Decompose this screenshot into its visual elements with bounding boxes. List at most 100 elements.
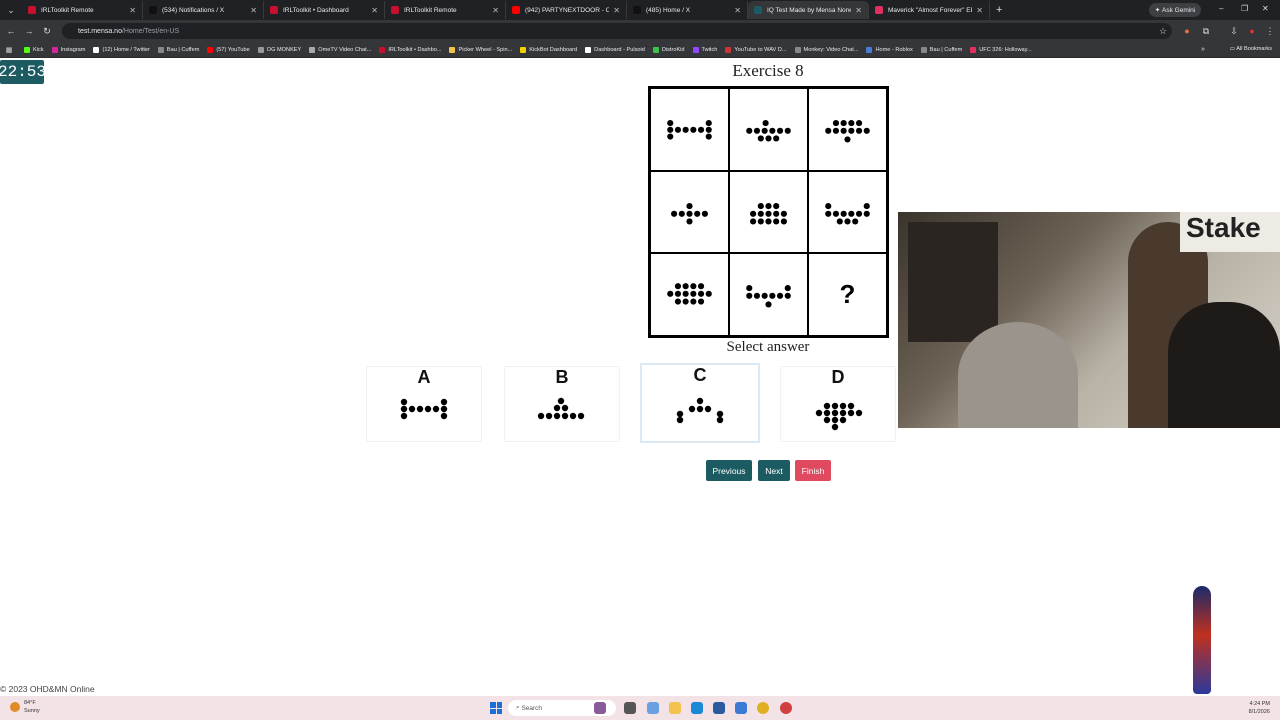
bookmark-label: OG MONKEY	[266, 46, 302, 53]
back-icon[interactable]: ←	[2, 26, 20, 36]
new-tab-icon[interactable]: +	[996, 4, 1002, 16]
extension-icon[interactable]: ●	[1178, 26, 1196, 36]
tab-title: IQ Test Made by Mensa Norwa	[767, 6, 852, 14]
bookmark-item[interactable]: (57) YouTube	[207, 46, 250, 53]
bookmark-item[interactable]: YouTube to WAV D...	[725, 46, 787, 53]
bookmark-item[interactable]: (12) Home / Twitter	[93, 46, 150, 53]
profile-icon[interactable]: ●	[1243, 26, 1261, 36]
answer-option-a[interactable]: A	[366, 366, 482, 442]
extensions-puzzle-icon[interactable]: ⧉	[1197, 26, 1215, 37]
bookmark-item[interactable]: Home - Roblox	[866, 46, 913, 53]
weather-desc: Sunny	[24, 708, 40, 714]
system-clock[interactable]: 4:24 PM 8/1/2026	[1249, 700, 1270, 716]
bookmark-favicon-icon	[692, 46, 699, 53]
close-tab-icon[interactable]: ✕	[371, 6, 378, 15]
close-tab-icon[interactable]: ✕	[734, 6, 741, 15]
answer-option-b[interactable]: B	[504, 366, 620, 442]
bookmark-favicon-icon	[920, 46, 927, 53]
matrix-cell-4	[650, 170, 729, 254]
browser-tab[interactable]: IRLToolkit Remote ✕	[385, 1, 506, 19]
minimize-icon[interactable]: –	[1219, 4, 1223, 13]
bookmark-star-icon[interactable]: ☆	[1154, 26, 1172, 37]
close-tab-icon[interactable]: ✕	[855, 6, 862, 15]
task-view-icon[interactable]	[624, 702, 636, 714]
edge-icon[interactable]	[691, 702, 703, 714]
bookmark-item[interactable]: Bau | Cuffem	[157, 46, 199, 53]
bookmark-label: Kick	[33, 46, 44, 53]
tab-title: (942) PARTYNEXTDOOR - Only	[525, 6, 610, 14]
bookmark-favicon-icon	[449, 46, 456, 53]
bookmark-item[interactable]: Instagram	[51, 46, 85, 53]
bookmark-item[interactable]: Twitch	[692, 46, 718, 53]
start-icon[interactable]	[490, 702, 502, 714]
close-tab-icon[interactable]: ✕	[129, 6, 136, 15]
close-tab-icon[interactable]: ✕	[250, 6, 257, 15]
answer-option-d[interactable]: D	[780, 366, 896, 442]
browser-tab[interactable]: IRLToolkit Remote ✕	[22, 1, 143, 19]
browser-tab[interactable]: IQ Test Made by Mensa Norwa ✕	[748, 1, 869, 19]
forward-icon[interactable]: →	[20, 26, 38, 36]
bookmark-item[interactable]: KickBot Dashboard	[520, 46, 577, 53]
bookmark-favicon-icon	[866, 46, 873, 53]
option-letter: D	[831, 367, 845, 387]
matrix-cell-7	[650, 253, 729, 336]
store-icon[interactable]	[713, 702, 725, 714]
taskbar-app-icon[interactable]	[594, 702, 606, 714]
reload-icon[interactable]: ↻	[38, 26, 56, 37]
answer-option-c[interactable]: C	[640, 363, 760, 443]
bookmark-item[interactable]: UFC 326: Holloway...	[970, 46, 1032, 53]
dot-pattern	[815, 402, 863, 431]
bookmark-label: OmeTV Video Chat...	[318, 46, 372, 53]
matrix-cell-6	[808, 170, 887, 254]
mail-icon[interactable]	[735, 702, 747, 714]
ask-gemini-button[interactable]: ✦ Ask Gemini	[1149, 3, 1201, 17]
bookmark-label: Monkey: Video Chat...	[803, 46, 859, 53]
bookmark-item[interactable]: Bau | Cuffem	[920, 46, 962, 53]
webcam-person	[958, 322, 1078, 428]
bookmark-favicon-icon	[725, 46, 732, 53]
menu-icon[interactable]: ⋮	[1261, 26, 1279, 37]
close-tab-icon[interactable]: ✕	[492, 6, 499, 15]
all-bookmarks-button[interactable]: ▭ All Bookmarks	[1230, 46, 1272, 52]
browser-tab[interactable]: (534) Notifications / X ✕	[143, 1, 264, 19]
webcam-shelf	[908, 222, 998, 342]
close-tab-icon[interactable]: ✕	[976, 6, 983, 15]
bookmark-label: DistroKid	[661, 46, 685, 53]
browser-tab[interactable]: (942) PARTYNEXTDOOR - Only✕	[506, 1, 627, 19]
browser-tab[interactable]: (485) Home / X ✕	[627, 1, 748, 19]
bookmark-item[interactable]: Dashboard - Pulsoid	[585, 46, 645, 53]
app-icon[interactable]	[780, 702, 792, 714]
apps-grid-icon[interactable]: ▦	[0, 46, 18, 54]
bookmark-label: Twitch	[701, 46, 718, 53]
bookmark-favicon-icon	[794, 46, 801, 53]
more-bookmarks-icon[interactable]: »	[1194, 46, 1212, 53]
bookmark-favicon-icon	[257, 46, 264, 53]
url-field[interactable]: test.mensa.no/Home/Test/en-US	[62, 23, 1172, 39]
bookmark-item[interactable]: OmeTV Video Chat...	[309, 46, 372, 53]
tab-title: (485) Home / X	[646, 6, 691, 14]
tab-favicon-icon	[391, 6, 399, 14]
restore-icon[interactable]: ❐	[1241, 4, 1248, 13]
chrome-icon[interactable]	[757, 702, 769, 714]
browser-tab[interactable]: Maverick "Almost Forever" EP ✕	[869, 1, 990, 19]
close-tab-icon[interactable]: ✕	[613, 6, 620, 15]
finish-button[interactable]: Finish	[795, 460, 831, 481]
downloads-icon[interactable]: ⇩	[1225, 26, 1243, 37]
bookmark-item[interactable]: Picker Wheel - Spin...	[449, 46, 512, 53]
close-window-icon[interactable]: ✕	[1262, 4, 1269, 13]
bookmark-item[interactable]: IRLToolkit • Dashbo...	[379, 46, 441, 53]
bookmark-item[interactable]: OG MONKEY	[257, 46, 302, 53]
bookmark-item[interactable]: DistroKid	[652, 46, 685, 53]
browser-tab[interactable]: IRLToolkit • Dashboard ✕	[264, 1, 385, 19]
bookmark-item[interactable]: Monkey: Video Chat...	[794, 46, 859, 53]
dot-pattern	[537, 397, 585, 420]
select-answer-label: Select answer	[726, 339, 810, 355]
copilot-icon[interactable]	[647, 702, 659, 714]
next-button[interactable]: Next	[758, 460, 790, 481]
previous-button[interactable]: Previous	[706, 460, 752, 481]
weather-widget[interactable]: 84°F Sunny	[10, 699, 40, 715]
file-explorer-icon[interactable]	[669, 702, 681, 714]
tab-search-icon[interactable]: ⌄	[0, 0, 22, 20]
bookmark-item[interactable]: Kick	[24, 46, 44, 53]
matrix-cell-8	[729, 253, 808, 336]
